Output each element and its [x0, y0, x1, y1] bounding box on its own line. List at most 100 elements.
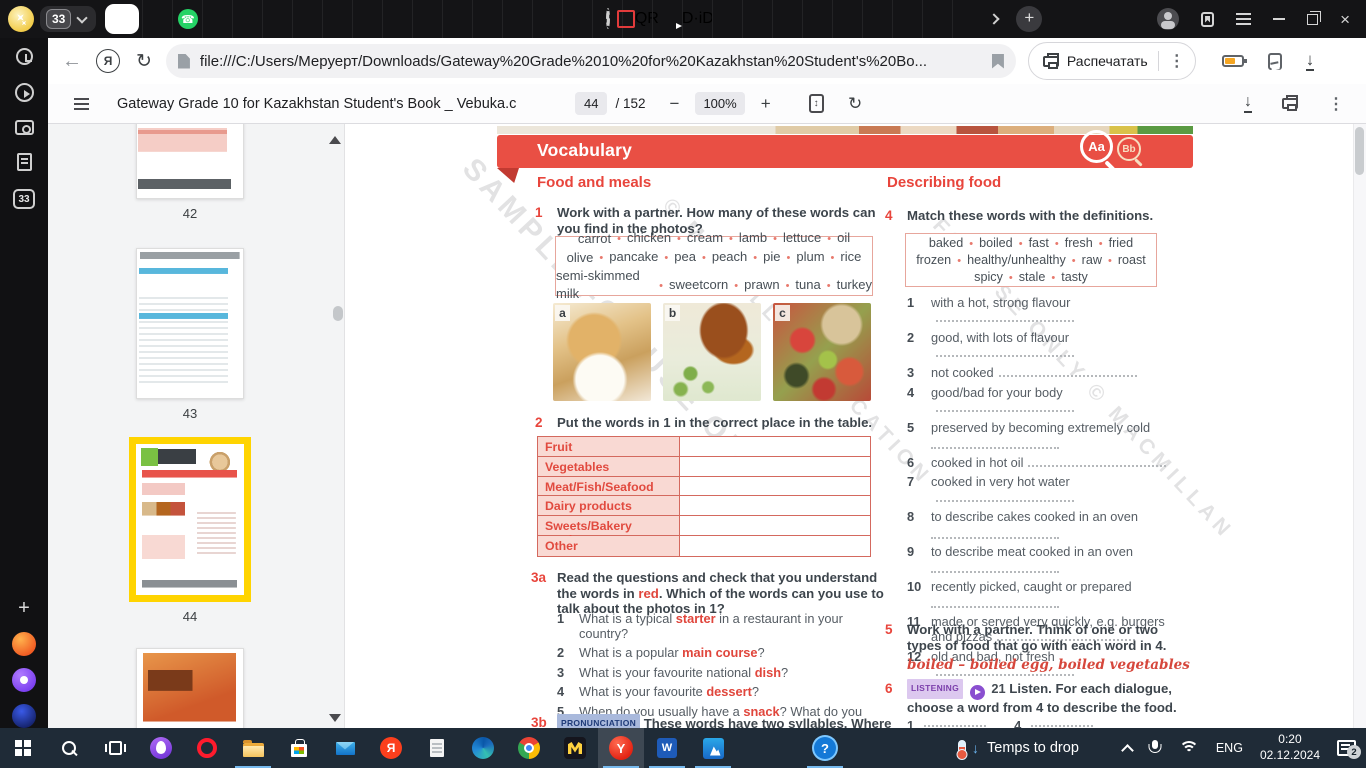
browser-tab[interactable] — [862, 0, 892, 38]
taskbar-app-button[interactable] — [460, 728, 506, 768]
browser-tab[interactable] — [412, 0, 442, 38]
rotate-button[interactable]: ↺ — [848, 94, 862, 114]
browser-tab[interactable] — [532, 0, 562, 38]
back-button[interactable]: ← — [62, 50, 82, 73]
browser-tab[interactable] — [232, 0, 262, 38]
taskbar-app-button[interactable] — [690, 728, 736, 768]
browser-tab[interactable] — [105, 4, 140, 34]
thumbnail-scroll-up-icon[interactable] — [329, 136, 341, 144]
page-thumbnail[interactable] — [136, 648, 244, 728]
taskbar-app-button[interactable] — [414, 728, 460, 768]
taskbar-app-button[interactable]: W — [644, 728, 690, 768]
browser-tab[interactable]: QR — [616, 0, 659, 38]
video-icon[interactable] — [14, 83, 34, 102]
rail-app-purple-icon[interactable] — [12, 668, 36, 692]
screenshot-icon[interactable] — [14, 120, 34, 135]
browser-tab[interactable] — [142, 0, 172, 38]
thumbnail-item[interactable] — [136, 648, 244, 728]
downloads-icon[interactable]: ↓ — [1305, 51, 1315, 71]
browser-tab[interactable] — [322, 0, 352, 38]
taskbar-app-button[interactable] — [92, 728, 138, 768]
fit-page-button[interactable]: ↕ — [808, 94, 824, 113]
news-icon[interactable] — [16, 153, 32, 171]
url-text[interactable]: file:///C:/Users/Меруерт/Downloads/Gatew… — [200, 53, 982, 70]
wifi-icon[interactable] — [1178, 740, 1199, 756]
weather-widget[interactable]: ↓ Temps to drop — [948, 728, 1089, 768]
taskbar-app-button[interactable]: ? — [802, 728, 848, 768]
browser-tab[interactable] — [772, 0, 802, 38]
bookmark-flag-icon[interactable] — [991, 53, 1004, 69]
battery-extension-icon[interactable] — [1221, 55, 1247, 67]
taskbar-app-button[interactable] — [736, 728, 802, 768]
taskbar-app-button[interactable]: Y — [598, 728, 644, 768]
browser-tab[interactable] — [802, 0, 832, 38]
page-number-input[interactable]: 44 — [575, 92, 608, 115]
browser-tab[interactable] — [892, 0, 922, 38]
taskbar-app-button[interactable] — [46, 728, 92, 768]
taskbar-app-button[interactable] — [276, 728, 322, 768]
rail-app-navy-icon[interactable] — [12, 704, 36, 728]
bookmarks-panel-icon[interactable] — [1201, 11, 1215, 27]
collections-icon[interactable] — [1267, 52, 1282, 70]
pdf-scrollbar[interactable] — [1353, 124, 1366, 728]
taskbar-app-button[interactable] — [552, 728, 598, 768]
minimize-button[interactable] — [1273, 18, 1286, 20]
print-menu-icon[interactable]: ⋮ — [1169, 51, 1185, 71]
tab-counter[interactable]: 33 — [40, 6, 97, 32]
browser-tab[interactable] — [472, 0, 502, 38]
browser-tab[interactable] — [562, 0, 592, 38]
page-thumbnail[interactable] — [136, 124, 244, 199]
pdf-more-menu-icon[interactable]: ⋮ — [1328, 94, 1344, 114]
tray-expand-icon[interactable] — [1120, 743, 1134, 757]
new-tab-button[interactable]: + — [1016, 6, 1043, 32]
thumbnail-scroll-down-icon[interactable] — [329, 714, 341, 722]
language-indicator[interactable]: ENG — [1216, 741, 1243, 755]
zoom-in-button[interactable]: + — [761, 94, 771, 114]
page-thumbnail[interactable] — [129, 437, 251, 602]
reload-button[interactable]: ↻ — [136, 50, 152, 73]
browser-tab[interactable] — [652, 0, 682, 38]
browser-tab[interactable] — [202, 0, 232, 38]
taskbar-app-button[interactable] — [322, 728, 368, 768]
taskbar-app-button[interactable] — [184, 728, 230, 768]
browser-tab[interactable] — [502, 0, 532, 38]
pdf-print-button[interactable] — [1282, 95, 1298, 111]
tabs-panel-badge[interactable]: 33 — [13, 189, 35, 209]
browser-tab[interactable] — [292, 0, 322, 38]
address-input[interactable]: file:///C:/Users/Меруерт/Downloads/Gatew… — [165, 44, 1016, 78]
yandex-home-button[interactable]: Я — [96, 49, 120, 73]
zoom-level[interactable]: 100% — [695, 92, 745, 115]
pdf-scrollbar-thumb[interactable] — [1355, 127, 1364, 175]
page-thumbnail[interactable] — [136, 248, 244, 399]
print-button[interactable]: Распечатать ⋮ — [1027, 42, 1196, 80]
browser-tab[interactable]: ☎ — [172, 0, 202, 38]
taskbar-app-button[interactable]: Я — [368, 728, 414, 768]
history-icon[interactable] — [15, 48, 33, 65]
browser-tab[interactable] — [382, 0, 412, 38]
taskbar-app-button[interactable] — [0, 728, 46, 768]
profile-avatar[interactable] — [1157, 8, 1180, 30]
thumbnail-scrollbar-thumb[interactable] — [333, 306, 343, 321]
pdf-sidebar-toggle-icon[interactable] — [74, 97, 89, 110]
taskbar-app-button[interactable] — [506, 728, 552, 768]
notifications-icon[interactable]: 2 — [1337, 740, 1361, 759]
pdf-download-button[interactable]: ↓ — [1244, 94, 1252, 113]
taskbar-app-button[interactable] — [138, 728, 184, 768]
maximize-button[interactable] — [1307, 10, 1322, 25]
thumbnail-item[interactable]: 42 — [136, 124, 244, 222]
browser-tab[interactable] — [352, 0, 382, 38]
browser-tab[interactable] — [262, 0, 292, 38]
browser-tab[interactable] — [832, 0, 862, 38]
microphone-icon[interactable] — [1149, 740, 1162, 757]
browser-menu-icon[interactable] — [1236, 13, 1252, 25]
browser-tab[interactable] — [952, 0, 982, 38]
rail-app-orange-icon[interactable] — [12, 632, 36, 656]
browser-tab[interactable]: D·iD — [682, 0, 714, 38]
thumbnail-item[interactable]: 43 — [136, 248, 244, 422]
browser-tab[interactable] — [922, 0, 952, 38]
rail-add-icon[interactable]: + — [18, 597, 30, 620]
thumbnail-item[interactable]: 44 — [129, 437, 251, 625]
clock[interactable]: 0:20 02.12.2024 — [1260, 732, 1320, 763]
taskbar-app-button[interactable] — [230, 728, 276, 768]
tab-scroll-right-icon[interactable] — [988, 13, 1001, 25]
